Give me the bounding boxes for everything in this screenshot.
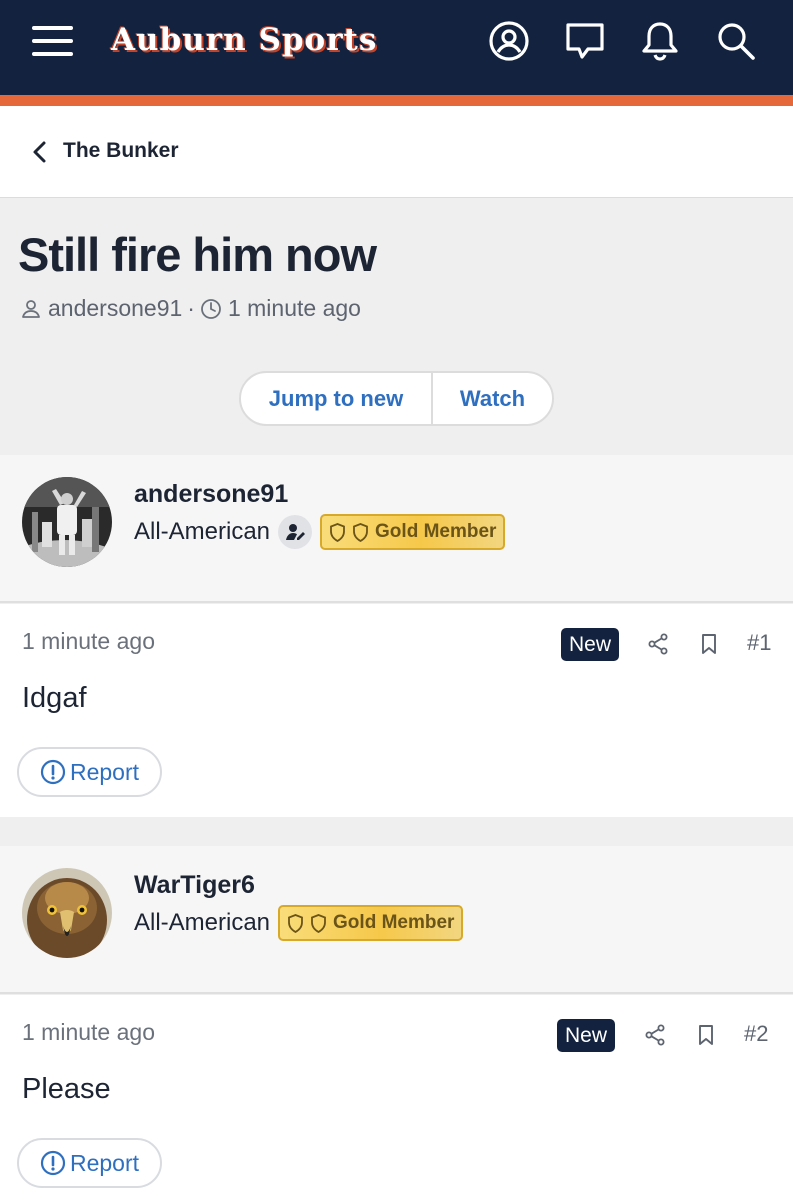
thread-time: 1 minute ago (227, 295, 361, 321)
bookmark-icon[interactable] (694, 1023, 718, 1047)
shield-icon (330, 522, 345, 542)
new-badge: New (557, 1019, 616, 1052)
gold-member-badge: Gold Member (320, 514, 506, 550)
post-item: WarTiger6 All-American Gold Member 1 min… (0, 846, 793, 1200)
jump-to-new-button[interactable]: Jump to new (241, 373, 433, 424)
menu-icon[interactable] (32, 26, 73, 56)
breadcrumb: The Bunker (0, 106, 793, 198)
badge-label: Gold Member (333, 912, 455, 933)
post-number[interactable]: #2 (744, 1021, 768, 1047)
shield-icon (288, 913, 303, 933)
thread-actions: Jump to new Watch (239, 371, 554, 426)
new-badge: New (561, 628, 620, 661)
post-author-block: WarTiger6 All-American Gold Member (0, 846, 793, 994)
post-content: Idgaf (22, 682, 87, 714)
user-rank: All-American (134, 909, 271, 936)
post-item: andersone91 All-American Gold Member 1 m… (0, 455, 793, 817)
thread-author[interactable]: andersone91 (48, 295, 182, 322)
post-body: 1 minute ago New #2 Please Report (0, 995, 793, 1200)
bookmark-icon[interactable] (697, 632, 721, 656)
alert-circle-icon (40, 759, 66, 785)
report-label: Report (69, 758, 140, 785)
shield-icon (311, 913, 326, 933)
watch-button[interactable]: Watch (433, 373, 552, 424)
alert-circle-icon (40, 1150, 66, 1176)
gold-member-badge: Gold Member (278, 905, 464, 941)
report-button[interactable]: Report (17, 747, 162, 797)
post-username[interactable]: WarTiger6 (134, 871, 255, 900)
header-accent-strip (0, 95, 793, 106)
bell-icon[interactable] (637, 18, 683, 64)
meta-separator: · (187, 295, 195, 321)
chevron-left-icon[interactable] (30, 140, 50, 164)
staff-icon (278, 515, 313, 549)
shield-icon (353, 522, 368, 542)
report-button[interactable]: Report (17, 1138, 162, 1188)
user-icon (22, 299, 40, 318)
search-icon[interactable] (713, 18, 759, 64)
user-rank: All-American (134, 518, 271, 545)
post-username[interactable]: andersone91 (134, 480, 288, 509)
chat-icon[interactable] (562, 18, 608, 64)
post-time[interactable]: 1 minute ago (22, 1019, 155, 1046)
report-label: Report (69, 1149, 140, 1176)
post-content: Please (22, 1073, 111, 1105)
user-rank-row: All-American Gold Member (134, 904, 464, 942)
site-header: Auburn Sports (0, 0, 793, 95)
post-author-block: andersone91 All-American Gold Member (0, 455, 793, 603)
user-rank-row: All-American Gold Member (134, 513, 506, 551)
post-body: 1 minute ago New #1 Idgaf Report (0, 604, 793, 817)
post-time[interactable]: 1 minute ago (22, 628, 155, 655)
breadcrumb-link[interactable]: The Bunker (63, 139, 179, 163)
share-icon[interactable] (646, 632, 670, 656)
site-logo[interactable]: Auburn Sports (111, 22, 377, 62)
account-icon[interactable] (486, 18, 532, 64)
clock-icon (201, 298, 221, 319)
avatar[interactable] (22, 477, 112, 567)
thread-meta: andersone91 · 1 minute ago (20, 295, 361, 322)
post-number[interactable]: #1 (747, 630, 771, 656)
badge-label: Gold Member (375, 521, 497, 542)
thread-header: Still fire him now andersone91 · 1 minut… (0, 199, 793, 454)
thread-title: Still fire him now (18, 228, 377, 281)
share-icon[interactable] (643, 1023, 667, 1047)
avatar[interactable] (22, 868, 112, 958)
